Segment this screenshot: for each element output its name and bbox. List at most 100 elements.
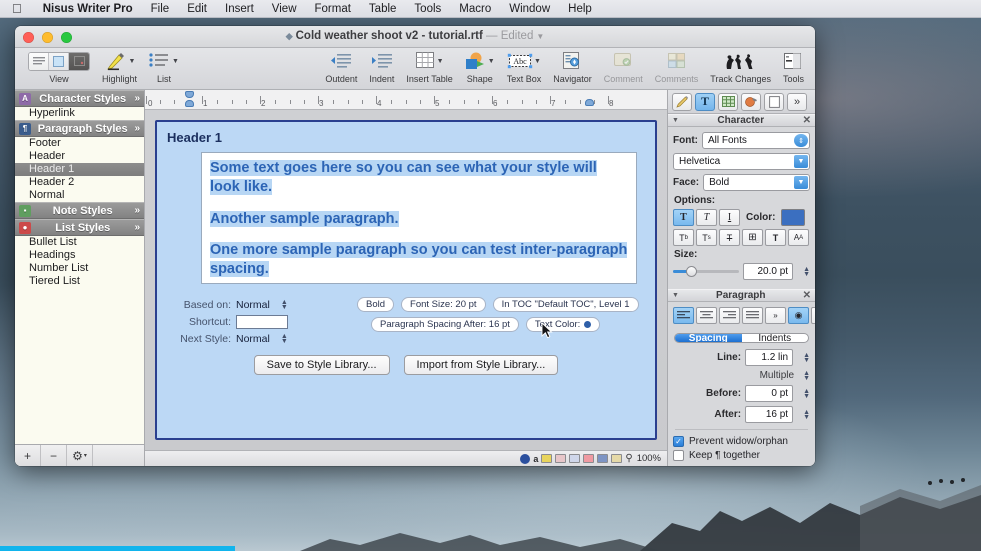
style-item-header[interactable]: Header bbox=[15, 150, 144, 163]
space-after-row[interactable]: After: 16 pt ▲▼ bbox=[673, 406, 810, 423]
character-options-row-2[interactable]: Tb Ts T ⊞ T AA bbox=[673, 229, 810, 246]
toolbar-item-text-box[interactable]: Abc ▼ Text Box bbox=[502, 50, 547, 84]
style-item-header-1[interactable]: Header 1 bbox=[15, 163, 144, 176]
indent-icon[interactable] bbox=[371, 50, 393, 72]
style-item-tiered-list[interactable]: Tiered List bbox=[15, 275, 144, 288]
font-size-stepper[interactable]: ▲▼ bbox=[803, 267, 810, 277]
based-on-stepper[interactable]: ▲▼ bbox=[281, 300, 288, 310]
tab-text-t-icon[interactable]: T bbox=[695, 93, 715, 111]
mac-menu-bar[interactable]:  Nisus Writer Pro File Edit Insert View… bbox=[0, 0, 981, 18]
highlight-icon[interactable] bbox=[541, 454, 552, 463]
prevent-widow-orphan-checkbox[interactable]: ✓ bbox=[673, 436, 684, 447]
rtl-icon[interactable]: « bbox=[811, 307, 815, 324]
chip-paragraph-spacing-after[interactable]: Paragraph Spacing After: 16 pt bbox=[371, 317, 519, 332]
textbox-caret-icon[interactable]: ▼ bbox=[534, 58, 541, 65]
view-segmented-control[interactable] bbox=[28, 50, 90, 72]
toolbar-item-track-changes[interactable]: Track Changes bbox=[705, 50, 776, 84]
tab-spacing[interactable]: Spacing bbox=[675, 334, 742, 342]
line-mode-row[interactable]: Multiple ▲▼ bbox=[673, 370, 810, 381]
menu-item-view[interactable]: View bbox=[263, 3, 306, 15]
chevron-collapse-icon[interactable]: » bbox=[134, 222, 140, 233]
tab-drawing-pencil-icon[interactable] bbox=[672, 93, 692, 111]
based-on-value[interactable]: Normal bbox=[236, 299, 270, 311]
space-after-value[interactable]: 16 pt bbox=[745, 406, 793, 423]
bold-icon[interactable]: T bbox=[673, 209, 694, 226]
prevent-widow-orphan-row[interactable]: ✓ Prevent widow/orphan bbox=[673, 436, 810, 447]
highlight-caret-icon[interactable]: ▼ bbox=[129, 58, 136, 65]
menu-item-window[interactable]: Window bbox=[500, 3, 559, 15]
menu-item-file[interactable]: File bbox=[142, 3, 179, 15]
align-left-icon[interactable] bbox=[673, 307, 694, 324]
chip-font-size[interactable]: Font Size: 20 pt bbox=[401, 297, 486, 312]
style-item-bullet-list[interactable]: Bullet List bbox=[15, 236, 144, 249]
line-spacing-value[interactable]: 1.2 lin bbox=[745, 349, 793, 366]
zoom-level[interactable]: 100% bbox=[637, 453, 661, 464]
clipboard-icon[interactable] bbox=[611, 454, 622, 463]
list-caret-icon[interactable]: ▼ bbox=[172, 58, 179, 65]
line-spacing-stepper[interactable]: ▲▼ bbox=[803, 353, 810, 363]
color-box-icon[interactable] bbox=[583, 454, 594, 463]
outline-icon[interactable]: ⊞ bbox=[742, 229, 763, 246]
based-on-row[interactable]: Based on: Normal ▲▼ bbox=[173, 296, 343, 313]
font-size-slider[interactable] bbox=[673, 265, 739, 279]
chip-text-color[interactable]: Text Color: bbox=[526, 317, 600, 332]
menu-item-app[interactable]: Nisus Writer Pro bbox=[34, 3, 142, 15]
paragraph-alignment-row[interactable]: » ◉ « bbox=[673, 307, 810, 324]
close-icon[interactable]: ✕ bbox=[803, 115, 811, 126]
space-after-stepper[interactable]: ▲▼ bbox=[803, 410, 810, 420]
toolbar-item-indent[interactable]: Indent bbox=[364, 50, 399, 84]
remove-style-button[interactable]: − bbox=[41, 445, 67, 466]
space-before-row[interactable]: Before: 0 pt ▲▼ bbox=[673, 385, 810, 402]
color-dot-icon[interactable] bbox=[520, 454, 530, 464]
paragraph-spacing-indents-tabs[interactable]: Spacing Indents bbox=[674, 333, 809, 343]
toolbar-item-shape[interactable]: ▼ Shape bbox=[460, 50, 500, 84]
collapse-triangle-icon[interactable]: ▼ bbox=[672, 117, 679, 124]
toolbar-item-highlight[interactable]: ▼ Highlight bbox=[97, 50, 142, 84]
outdent-icon[interactable] bbox=[330, 50, 352, 72]
table-caret-icon[interactable]: ▼ bbox=[437, 58, 444, 65]
tab-more-chevrons-icon[interactable]: » bbox=[787, 93, 807, 111]
group-header-character-styles[interactable]: A Character Styles » bbox=[15, 90, 144, 107]
space-before-stepper[interactable]: ▲▼ bbox=[803, 389, 810, 399]
chevron-down-icon[interactable]: ▼ bbox=[536, 32, 544, 41]
font-collection-row[interactable]: Font: All Fonts ⇕ bbox=[673, 132, 810, 149]
chip-in-toc[interactable]: In TOC "Default TOC", Level 1 bbox=[493, 297, 639, 312]
toolbar-item-view[interactable]: View bbox=[23, 50, 95, 84]
menu-item-edit[interactable]: Edit bbox=[178, 3, 216, 15]
insert-table-icon[interactable]: ▼ bbox=[416, 50, 444, 72]
chevron-down-icon[interactable]: ▼ bbox=[794, 176, 808, 189]
line-mode-value[interactable]: Multiple bbox=[760, 370, 794, 381]
menu-item-tools[interactable]: Tools bbox=[405, 3, 450, 15]
tab-paint-icon[interactable] bbox=[741, 93, 761, 111]
group-header-note-styles[interactable]: ▪ Note Styles » bbox=[15, 202, 144, 219]
font-family-row[interactable]: Helvetica ▼ bbox=[673, 153, 810, 170]
style-sample-box[interactable]: Some text goes here so you can see what … bbox=[201, 152, 637, 284]
align-center-icon[interactable] bbox=[696, 307, 717, 324]
next-style-value[interactable]: Normal bbox=[236, 333, 270, 345]
font-collection-stepper-icon[interactable]: ⇕ bbox=[794, 134, 808, 147]
center-dot-icon[interactable]: ◉ bbox=[788, 307, 809, 324]
ruler-left-indent-marker[interactable] bbox=[185, 100, 194, 107]
shape-icon[interactable]: ▼ bbox=[465, 50, 495, 72]
shape-caret-icon[interactable]: ▼ bbox=[488, 58, 495, 65]
ruler-first-line-indent-marker[interactable] bbox=[185, 91, 194, 98]
page-break-icon[interactable] bbox=[569, 454, 580, 463]
view-fullscreen-icon[interactable] bbox=[69, 53, 89, 70]
shortcut-input[interactable] bbox=[236, 315, 288, 329]
line-spacing-row[interactable]: Line: 1.2 lin ▲▼ bbox=[673, 349, 810, 366]
style-item-footer[interactable]: Footer bbox=[15, 137, 144, 150]
italic-icon[interactable]: T bbox=[696, 209, 717, 226]
import-from-style-library-button[interactable]: Import from Style Library... bbox=[404, 355, 559, 375]
save-to-style-library-button[interactable]: Save to Style Library... bbox=[254, 355, 390, 375]
menu-item-table[interactable]: Table bbox=[360, 3, 406, 15]
font-family-popup[interactable]: Helvetica ▼ bbox=[673, 153, 810, 170]
chevron-collapse-icon[interactable]: » bbox=[134, 93, 140, 104]
chevron-collapse-icon[interactable]: » bbox=[134, 123, 140, 134]
menu-item-macro[interactable]: Macro bbox=[450, 3, 500, 15]
style-item-hyperlink[interactable]: Hyperlink bbox=[15, 107, 144, 120]
font-size-value[interactable]: 20.0 pt bbox=[743, 263, 793, 280]
style-action-gear-button[interactable]: ⚙ ▾ bbox=[67, 445, 93, 466]
track-changes-icon[interactable] bbox=[724, 50, 758, 72]
chevron-down-icon[interactable]: ▼ bbox=[794, 155, 808, 168]
magnifier-icon[interactable]: ⚲ bbox=[625, 453, 632, 464]
